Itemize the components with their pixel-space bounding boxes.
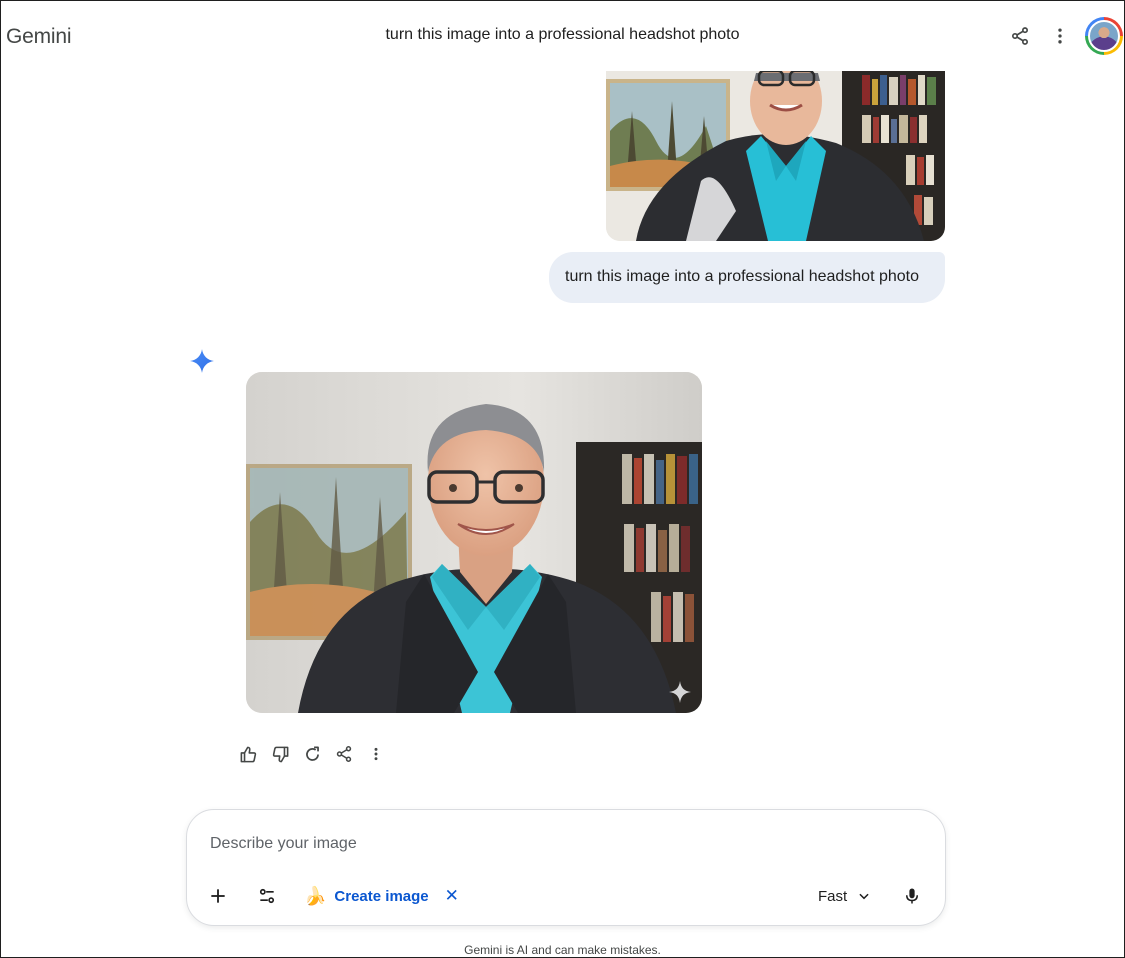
disclaimer-text: Gemini is AI and can make mistakes.	[464, 943, 661, 957]
create-image-chip[interactable]: 🍌 Create image ✕	[304, 882, 459, 910]
conversation-title: turn this image into a professional head…	[385, 26, 740, 43]
response-actions	[235, 741, 389, 767]
thumbs-down-icon[interactable]	[267, 741, 293, 767]
plus-icon[interactable]	[204, 882, 232, 910]
user-message-bubble: turn this image into a professional head…	[549, 252, 945, 303]
chevron-down-icon	[859, 893, 869, 900]
gemini-spark-icon	[189, 348, 215, 374]
prompt-input[interactable]	[210, 832, 910, 856]
thumbs-up-icon[interactable]	[235, 741, 261, 767]
prompt-composer: 🍌 Create image ✕ Fast	[186, 809, 946, 926]
mode-select[interactable]: Fast	[818, 882, 871, 910]
top-bar: Gemini turn this image into a profession…	[1, 1, 1124, 71]
create-image-label: Create image	[334, 887, 429, 905]
banana-icon: 🍌	[304, 886, 327, 906]
share-icon[interactable]	[331, 741, 357, 767]
more-vert-icon[interactable]	[1047, 23, 1073, 49]
redo-icon[interactable]	[299, 741, 325, 767]
tune-icon[interactable]	[253, 882, 281, 910]
uploaded-image[interactable]	[606, 71, 945, 241]
more-vert-icon[interactable]	[363, 741, 389, 767]
avatar[interactable]	[1085, 17, 1123, 55]
mode-label: Fast	[818, 887, 848, 905]
generated-headshot-image[interactable]	[246, 372, 702, 713]
close-icon[interactable]: ✕	[445, 886, 459, 906]
mic-icon[interactable]	[898, 882, 926, 910]
share-icon[interactable]	[1007, 23, 1033, 49]
avatar-photo	[1088, 20, 1120, 52]
